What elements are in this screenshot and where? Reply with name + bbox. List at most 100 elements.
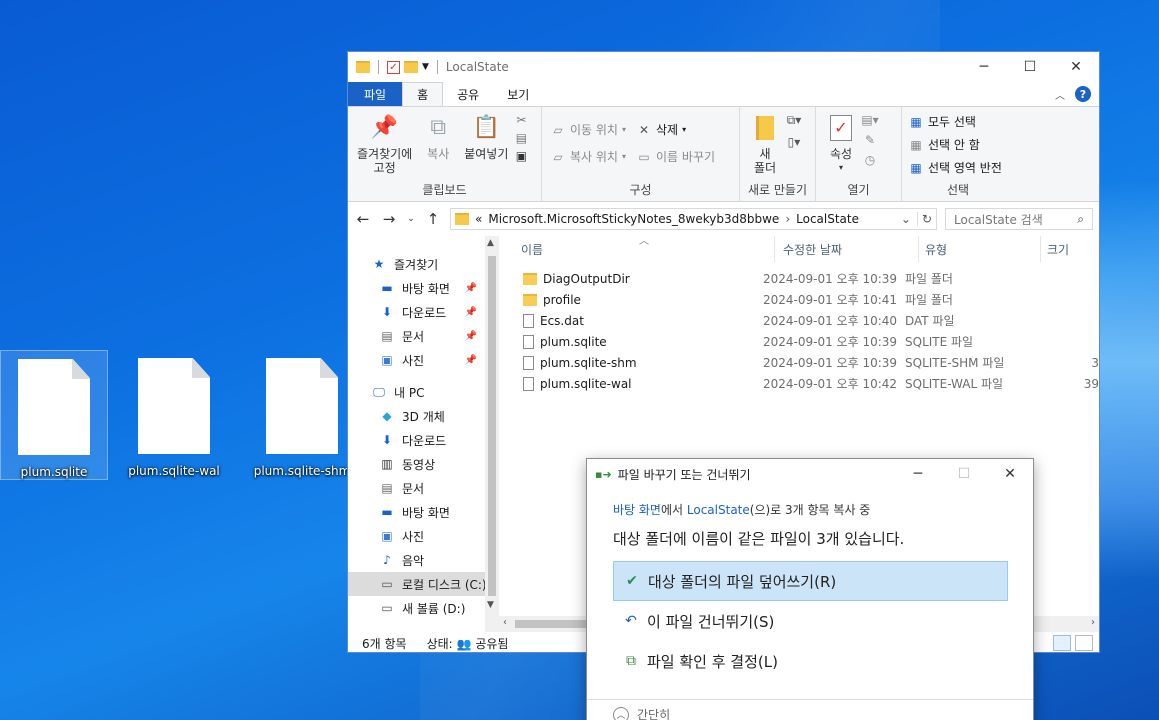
column-type[interactable]: 유형 (919, 236, 1041, 262)
nav-desktop-pc[interactable]: ▬ 바탕 화면 (348, 500, 499, 524)
address-dropdown-icon[interactable]: ⌄ (901, 212, 911, 226)
breadcrumb-item[interactable]: Microsoft.MicrosoftStickyNotes_8wekyb3d8… (488, 212, 779, 226)
desktop-icon-plum-sqlite-shm[interactable]: plum.sqlite-shm (248, 350, 356, 480)
close-button[interactable]: ✕ (1053, 52, 1099, 82)
skip-files-option[interactable]: ↶ 이 파일 건너뛰기(S) (613, 601, 1008, 641)
move-to-button[interactable]: ▱ 이동 위치 ▾ (550, 121, 626, 138)
new-folder-button[interactable]: 새 폴더 (744, 111, 786, 183)
scroll-right-icon[interactable]: › (1091, 617, 1095, 628)
new-folder-label-1: 새 (759, 147, 771, 161)
back-arrow-icon[interactable]: ← (354, 210, 372, 228)
nav-music[interactable]: ♪ 음악 (348, 548, 499, 572)
invert-selection-button[interactable]: ▦ 선택 영역 반전 (908, 159, 1002, 176)
compare-files-option[interactable]: ⧉ 파일 확인 후 결정(L) (613, 641, 1008, 681)
up-arrow-icon[interactable]: ↑ (424, 210, 442, 228)
nav-label: 사진 (402, 353, 425, 368)
dialog-footer[interactable]: ︿ 간단히 (587, 699, 1033, 720)
large-icons-view-icon[interactable] (1075, 635, 1093, 651)
nav-desktop[interactable]: ▬ 바탕 화면 📌 (348, 276, 499, 300)
nav-label: 로컬 디스크 (C:) (402, 577, 487, 592)
nav-local-disk-c[interactable]: ▭ 로컬 디스크 (C:) (348, 572, 499, 596)
file-row[interactable]: plum.sqlite-shm 2024-09-01 오후 10:39 SQLITE… (499, 352, 1099, 373)
desktop-icon-plum-sqlite-wal[interactable]: plum.sqlite-wal (120, 350, 228, 480)
nav-this-pc[interactable]: 🖵 내 PC (348, 380, 499, 404)
replace-files-option[interactable]: ✔ 대상 폴더의 파일 덮어쓰기(R) (613, 561, 1008, 601)
search-input[interactable]: LocalState 검색 ⌕ (945, 208, 1093, 230)
destination-link[interactable]: LocalState (687, 503, 750, 517)
dialog-minimize-button[interactable]: ─ (895, 466, 941, 482)
open-icon[interactable]: ▤▾ (861, 113, 878, 127)
address-bar[interactable]: « Microsoft.MicrosoftStickyNotes_8wekyb3… (450, 208, 937, 230)
rename-button[interactable]: ▭ 이름 바꾸기 (636, 148, 715, 165)
nav-3d-objects[interactable]: ◆ 3D 개체 (348, 404, 499, 428)
collapse-ribbon-icon[interactable]: ︿ (1055, 87, 1065, 102)
details-view-icon[interactable] (1053, 635, 1071, 651)
properties-button[interactable]: ✓ 속성 ▾ (820, 111, 862, 183)
new-folder-icon[interactable] (404, 61, 418, 73)
breadcrumb-separator-icon[interactable]: › (785, 212, 790, 226)
column-name[interactable]: 이름 (499, 236, 775, 262)
file-row[interactable]: Ecs.dat 2024-09-01 오후 10:40 DAT 파일 (499, 310, 1099, 331)
breadcrumb-overflow[interactable]: « (475, 212, 482, 226)
search-icon: ⌕ (1077, 211, 1084, 226)
delete-button[interactable]: ✕ 삭제 ▾ (636, 121, 715, 138)
copy-to-button[interactable]: ▱ 복사 위치 ▾ (550, 148, 626, 165)
copy-path-icon[interactable]: ▤ (513, 131, 529, 145)
history-icon[interactable]: ◷ (862, 153, 878, 167)
select-all-button[interactable]: ▦ 모두 선택 (908, 113, 1002, 130)
nav-downloads[interactable]: ⬇ 다운로드 📌 (348, 300, 499, 324)
column-size[interactable]: 크기 (1041, 236, 1091, 262)
file-row[interactable]: DiagOutputDir 2024-09-01 오후 10:39 파일 폴더 (499, 268, 1099, 289)
file-row[interactable]: profile 2024-09-01 오후 10:41 파일 폴더 (499, 289, 1099, 310)
nav-videos[interactable]: ▥ 동영상 (348, 452, 499, 476)
dialog-close-button[interactable]: ✕ (987, 466, 1033, 482)
nav-pictures-pc[interactable]: ▣ 사진 (348, 524, 499, 548)
copy-button[interactable]: ⧉ 복사 (417, 111, 459, 183)
tab-home[interactable]: 홈 (402, 82, 444, 106)
edit-icon[interactable]: ✎ (862, 133, 878, 147)
ribbon: 📌 즐겨찾기에 고정 ⧉ 복사 📋 붙여넣기 ✂ ▤ ▣ 클립보드 ▱ 이동 위… (348, 106, 1099, 202)
paste-button[interactable]: 📋 붙여넣기 (459, 111, 513, 183)
tab-share[interactable]: 공유 (443, 82, 493, 106)
properties-icon: ✓ (825, 113, 857, 143)
select-all-icon: ▦ (910, 114, 922, 129)
scroll-down-icon[interactable]: ▼ (487, 600, 494, 610)
forward-arrow-icon[interactable]: → (380, 210, 398, 228)
folder-icon[interactable] (356, 61, 370, 73)
customize-toolbar-arrow-icon[interactable]: ▼ (422, 62, 429, 72)
breadcrumb-item[interactable]: LocalState (796, 212, 859, 226)
help-icon[interactable]: ? (1075, 86, 1091, 102)
file-row[interactable]: plum.sqlite-wal 2024-09-01 오후 10:42 SQLITE… (499, 373, 1099, 394)
nav-label: 문서 (402, 481, 425, 496)
nav-scrollbar[interactable]: ▲ ▼ (485, 236, 499, 632)
pin-quick-access-button[interactable]: 📌 즐겨찾기에 고정 (352, 111, 417, 183)
easy-access-icon[interactable]: ▯▾ (786, 135, 802, 149)
column-modified[interactable]: 수정한 날짜 (775, 236, 919, 262)
nav-new-volume-d[interactable]: ▭ 새 볼륨 (D:) (348, 596, 499, 620)
source-link[interactable]: 바탕 화면 (613, 503, 661, 517)
scroll-thumb[interactable] (488, 256, 496, 596)
paste-shortcut-icon[interactable]: ▣ (513, 149, 529, 163)
fewer-details-chevron-icon[interactable]: ︿ (613, 706, 629, 720)
recent-chevron-icon[interactable]: ⌄ (406, 214, 416, 224)
new-item-icon[interactable]: ⧉▾ (786, 113, 802, 127)
refresh-icon[interactable]: ↻ (916, 212, 932, 226)
nav-downloads-pc[interactable]: ⬇ 다운로드 (348, 428, 499, 452)
tab-view[interactable]: 보기 (493, 82, 543, 106)
properties-check-icon[interactable]: ✓ (387, 60, 400, 74)
desktop-icon-plum-sqlite[interactable]: plum.sqlite (0, 350, 108, 480)
scroll-up-icon[interactable]: ▲ (487, 238, 494, 248)
file-row[interactable]: plum.sqlite 2024-09-01 오후 10:39 SQLITE 파일 (499, 331, 1099, 352)
scroll-left-icon[interactable]: ‹ (503, 617, 507, 628)
nav-quick-access[interactable]: ★ 즐겨찾기 (348, 252, 499, 276)
cut-icon[interactable]: ✂ (513, 113, 529, 127)
nav-pictures[interactable]: ▣ 사진 📌 (348, 348, 499, 372)
compare-files-icon: ⧉ (626, 653, 636, 669)
nav-documents[interactable]: ▤ 문서 📌 (348, 324, 499, 348)
select-none-button[interactable]: ▦ 선택 안 함 (908, 136, 1002, 153)
maximize-button[interactable]: ☐ (1007, 52, 1053, 82)
music-note-icon: ♪ (383, 553, 391, 567)
tab-file[interactable]: 파일 (348, 82, 403, 106)
nav-documents-pc[interactable]: ▤ 문서 (348, 476, 499, 500)
minimize-button[interactable]: ─ (961, 52, 1007, 82)
